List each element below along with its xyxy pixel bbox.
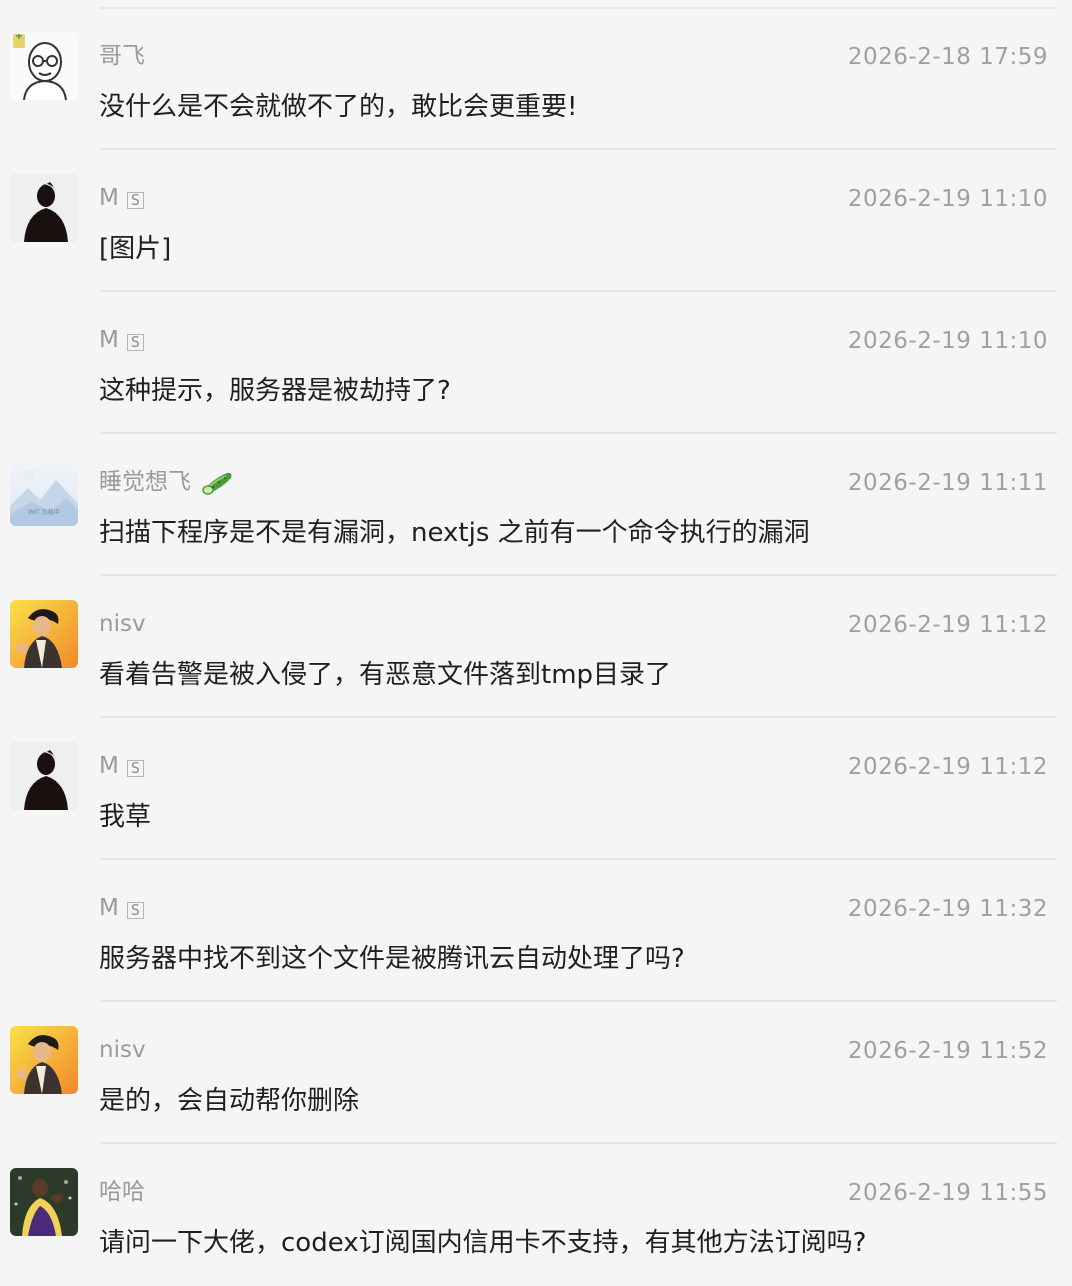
silhouette-person-icon[interactable] <box>10 174 78 242</box>
message-text: 没什么是不会就做不了的，敢比会更重要! <box>99 92 578 122</box>
sender-name[interactable]: MS <box>99 892 144 924</box>
basketball-player-icon[interactable] <box>10 1168 78 1236</box>
member-badge: S <box>126 759 144 777</box>
message-time: 2026-2-19 11:11 <box>847 470 1048 496</box>
message-item[interactable]: nisv 2026-2-19 11:12 看着告警是被入侵了，有恶意文件落到tm… <box>0 576 1072 718</box>
sender-name[interactable]: 睡觉想飞 <box>99 466 235 498</box>
sender-name[interactable]: MS <box>99 324 144 356</box>
message-text: 服务器中找不到这个文件是被腾讯云自动处理了吗? <box>99 944 685 974</box>
message-time: 2026-2-19 11:12 <box>847 754 1048 780</box>
message-item[interactable]: nisv 2026-2-19 11:52 是的，会自动帮你删除 <box>0 1002 1072 1144</box>
message-item[interactable]: 哥飞 2026-2-18 17:59 没什么是不会就做不了的，敢比会更重要! <box>0 8 1072 150</box>
message-text[interactable]: [图片] <box>99 230 171 268</box>
cartoon-bald-man-icon[interactable] <box>10 32 78 100</box>
message-time: 2026-2-18 17:59 <box>847 44 1048 70</box>
anime-character-icon[interactable] <box>10 1026 78 1094</box>
message-text: 看着告警是被入侵了，有恶意文件落到tmp目录了 <box>99 660 672 690</box>
message-item[interactable]: MS 2026-2-19 11:10 这种提示，服务器是被劫持了? <box>0 292 1072 434</box>
cucumber-icon <box>201 467 235 497</box>
message-text: 是的，会自动帮你删除 <box>99 1086 360 1116</box>
silhouette-person-icon[interactable] <box>10 742 78 810</box>
message-item[interactable]: INIT 加载中 睡觉想飞 2026-2-19 11:11 扫描下程序是不是有漏… <box>0 434 1072 576</box>
message-item[interactable]: MS 2026-2-19 11:10 [图片] <box>0 150 1072 292</box>
sender-name[interactable]: 哥飞 <box>99 40 145 72</box>
message-time: 2026-2-19 11:10 <box>847 186 1048 212</box>
anime-character-icon[interactable] <box>10 600 78 668</box>
message-time: 2026-2-19 11:32 <box>847 896 1048 922</box>
sender-name[interactable]: MS <box>99 750 144 782</box>
message-time: 2026-2-19 11:12 <box>847 612 1048 638</box>
message-text: 扫描下程序是不是有漏洞，nextjs 之前有一个命令执行的漏洞 <box>99 518 810 548</box>
sender-name[interactable]: nisv <box>99 1034 146 1066</box>
message-time: 2026-2-19 11:55 <box>847 1180 1048 1206</box>
message-text: 请问一下大佬，codex订阅国内信用卡不支持，有其他方法订阅吗? <box>99 1228 867 1258</box>
member-badge: S <box>126 333 144 351</box>
sender-name[interactable]: MS <box>99 182 144 214</box>
sender-name[interactable]: 哈哈 <box>99 1176 145 1208</box>
message-item[interactable]: MS 2026-2-19 11:12 我草 <box>0 718 1072 860</box>
message-time: 2026-2-19 11:52 <box>847 1038 1048 1064</box>
message-item[interactable]: 哈哈 2026-2-19 11:55 请问一下大佬，codex订阅国内信用卡不支… <box>0 1144 1072 1286</box>
avatar-caption: INIT 加载中 <box>28 508 60 516</box>
message-item[interactable]: MS 2026-2-19 11:32 服务器中找不到这个文件是被腾讯云自动处理了… <box>0 860 1072 1002</box>
landscape-placeholder-icon[interactable]: INIT 加载中 <box>10 458 78 526</box>
member-badge: S <box>126 901 144 919</box>
message-text: 我草 <box>99 802 152 832</box>
message-time: 2026-2-19 11:10 <box>847 328 1048 354</box>
message-text: 这种提示，服务器是被劫持了? <box>99 376 451 406</box>
member-badge: S <box>126 191 144 209</box>
sender-name[interactable]: nisv <box>99 608 146 640</box>
